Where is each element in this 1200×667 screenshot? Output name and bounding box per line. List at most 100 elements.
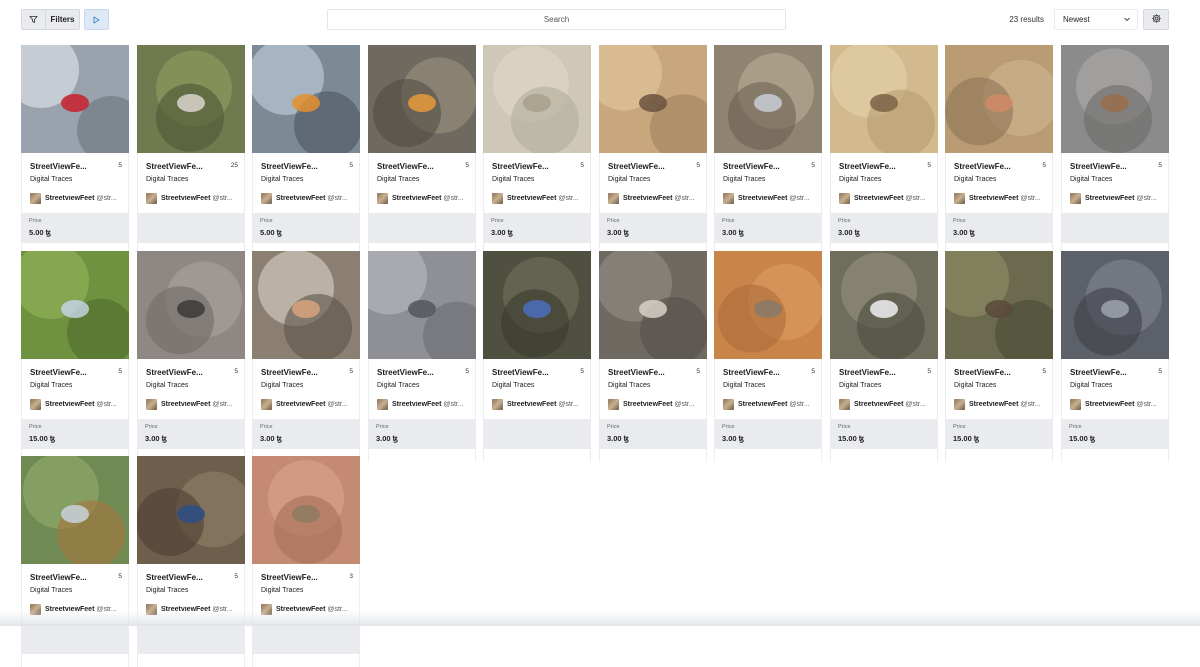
artwork-card[interactable]: StreetViewFe... 5 Digital Traces Streetview… <box>368 251 476 462</box>
card-title[interactable]: StreetViewFe... <box>30 368 108 377</box>
avatar[interactable] <box>1070 193 1081 204</box>
artwork-card[interactable]: StreetViewFe... 5 Digital Traces Streetview… <box>21 45 129 256</box>
artwork-thumbnail[interactable] <box>21 456 129 564</box>
card-title[interactable]: StreetViewFe... <box>723 162 801 171</box>
card-title[interactable]: StreetViewFe... <box>1070 368 1148 377</box>
card-title[interactable]: StreetViewFe... <box>377 368 455 377</box>
artwork-thumbnail[interactable] <box>21 45 129 153</box>
card-title[interactable]: StreetViewFe... <box>30 573 108 582</box>
collection-name[interactable]: Digital Traces <box>608 382 650 389</box>
collection-name[interactable]: Digital Traces <box>839 382 881 389</box>
artwork-card[interactable]: StreetViewFe... 5 Digital Traces Streetview… <box>945 45 1053 256</box>
creator[interactable]: StreetviewFeet @str... <box>276 195 356 202</box>
creator[interactable]: StreetviewFeet @str... <box>507 401 587 408</box>
creator[interactable]: StreetviewFeet @str... <box>738 195 818 202</box>
artwork-thumbnail[interactable] <box>252 45 360 153</box>
search-input[interactable] <box>327 9 786 30</box>
collection-name[interactable]: Digital Traces <box>954 382 996 389</box>
collection-name[interactable]: Digital Traces <box>377 176 419 183</box>
artwork-thumbnail[interactable] <box>945 45 1053 153</box>
creator[interactable]: StreetviewFeet @str... <box>854 195 934 202</box>
artwork-thumbnail[interactable] <box>599 45 707 153</box>
collection-name[interactable]: Digital Traces <box>954 176 996 183</box>
artwork-thumbnail[interactable] <box>368 251 476 359</box>
creator[interactable]: StreetviewFeet @str... <box>45 195 125 202</box>
card-title[interactable]: StreetViewFe... <box>261 162 339 171</box>
artwork-thumbnail[interactable] <box>368 45 476 153</box>
avatar[interactable] <box>30 399 41 410</box>
collection-name[interactable]: Digital Traces <box>492 176 534 183</box>
card-title[interactable]: StreetViewFe... <box>723 368 801 377</box>
card-title[interactable]: StreetViewFe... <box>261 573 339 582</box>
artwork-card[interactable]: StreetViewFe... 5 Digital Traces Streetview… <box>945 251 1053 462</box>
card-title[interactable]: StreetViewFe... <box>839 162 917 171</box>
collection-name[interactable]: Digital Traces <box>1070 382 1112 389</box>
artwork-card[interactable]: StreetViewFe... 5 Digital Traces Streetview… <box>21 251 129 462</box>
collection-name[interactable]: Digital Traces <box>261 587 303 594</box>
card-title[interactable]: StreetViewFe... <box>492 162 570 171</box>
avatar[interactable] <box>261 193 272 204</box>
artwork-thumbnail[interactable] <box>252 251 360 359</box>
creator[interactable]: StreetviewFeet @str... <box>1085 401 1165 408</box>
creator[interactable]: StreetviewFeet @str... <box>623 401 703 408</box>
artwork-card[interactable]: StreetViewFe... 25 Digital Traces Streetvie… <box>137 45 245 256</box>
creator[interactable]: StreetviewFeet @str... <box>161 195 241 202</box>
artwork-card[interactable]: StreetViewFe... 5 Digital Traces Streetview… <box>483 45 591 256</box>
avatar[interactable] <box>261 399 272 410</box>
collection-name[interactable]: Digital Traces <box>30 176 72 183</box>
collection-name[interactable]: Digital Traces <box>30 382 72 389</box>
artwork-card[interactable]: StreetViewFe... 5 Digital Traces Streetview… <box>252 45 360 256</box>
card-title[interactable]: StreetViewFe... <box>377 162 455 171</box>
artwork-thumbnail[interactable] <box>714 251 822 359</box>
avatar[interactable] <box>146 399 157 410</box>
artwork-card[interactable]: StreetViewFe... 5 Digital Traces Streetview… <box>368 45 476 256</box>
card-title[interactable]: StreetViewFe... <box>608 368 686 377</box>
card-title[interactable]: StreetViewFe... <box>1070 162 1148 171</box>
artwork-thumbnail[interactable] <box>1061 45 1169 153</box>
artwork-thumbnail[interactable] <box>714 45 822 153</box>
artwork-thumbnail[interactable] <box>21 251 129 359</box>
artwork-thumbnail[interactable] <box>483 45 591 153</box>
avatar[interactable] <box>377 193 388 204</box>
creator[interactable]: StreetviewFeet @str... <box>392 195 472 202</box>
collection-name[interactable]: Digital Traces <box>492 382 534 389</box>
sort-select[interactable]: Newest <box>1054 9 1138 30</box>
avatar[interactable] <box>839 193 850 204</box>
artwork-thumbnail[interactable] <box>1061 251 1169 359</box>
creator[interactable]: StreetviewFeet @str... <box>1085 195 1165 202</box>
collection-name[interactable]: Digital Traces <box>261 382 303 389</box>
artwork-card[interactable]: StreetViewFe... 5 Digital Traces Streetview… <box>1061 251 1169 462</box>
creator[interactable]: StreetviewFeet @str... <box>969 195 1049 202</box>
card-title[interactable]: StreetViewFe... <box>146 368 224 377</box>
avatar[interactable] <box>723 193 734 204</box>
avatar[interactable] <box>1070 399 1081 410</box>
artwork-card[interactable]: StreetViewFe... 5 Digital Traces Streetview… <box>1061 45 1169 256</box>
artwork-card[interactable]: StreetViewFe... 5 Digital Traces Streetview… <box>599 45 707 256</box>
creator[interactable]: StreetviewFeet @str... <box>161 401 241 408</box>
artwork-thumbnail[interactable] <box>137 45 245 153</box>
avatar[interactable] <box>839 399 850 410</box>
artwork-thumbnail[interactable] <box>599 251 707 359</box>
collection-name[interactable]: Digital Traces <box>608 176 650 183</box>
collection-name[interactable]: Digital Traces <box>146 382 188 389</box>
artwork-card[interactable]: StreetViewFe... 5 Digital Traces Streetview… <box>483 251 591 462</box>
artwork-thumbnail[interactable] <box>830 251 938 359</box>
artwork-thumbnail[interactable] <box>483 251 591 359</box>
collection-name[interactable]: Digital Traces <box>723 176 765 183</box>
card-title[interactable]: StreetViewFe... <box>146 573 224 582</box>
avatar[interactable] <box>30 193 41 204</box>
collection-name[interactable]: Digital Traces <box>839 176 881 183</box>
card-title[interactable]: StreetViewFe... <box>839 368 917 377</box>
collection-name[interactable]: Digital Traces <box>1070 176 1112 183</box>
filters-button[interactable]: Filters <box>21 9 80 30</box>
artwork-card[interactable]: StreetViewFe... 5 Digital Traces Streetview… <box>714 45 822 256</box>
collection-name[interactable]: Digital Traces <box>723 382 765 389</box>
creator[interactable]: StreetviewFeet @str... <box>392 401 472 408</box>
collection-name[interactable]: Digital Traces <box>30 587 72 594</box>
avatar[interactable] <box>492 193 503 204</box>
avatar[interactable] <box>377 399 388 410</box>
artwork-card[interactable]: StreetViewFe... 5 Digital Traces Streetview… <box>599 251 707 462</box>
artwork-card[interactable]: StreetViewFe... 5 Digital Traces Streetview… <box>252 251 360 462</box>
card-title[interactable]: StreetViewFe... <box>954 162 1032 171</box>
creator[interactable]: StreetviewFeet @str... <box>738 401 818 408</box>
